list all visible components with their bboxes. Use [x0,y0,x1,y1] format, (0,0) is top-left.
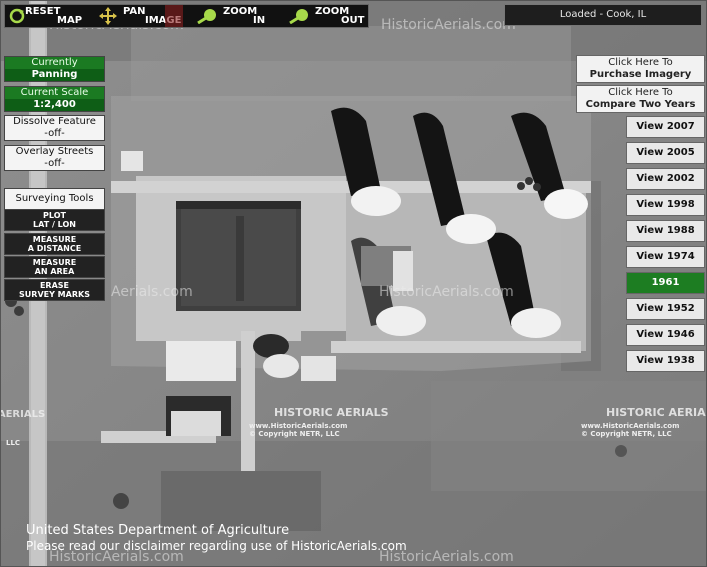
tool-line2: SURVEY MARKS [19,290,90,299]
measure-distance-button[interactable]: MEASURE A DISTANCE [4,233,105,255]
tool-line1: MEASURE [32,235,77,244]
purchase-imagery-button[interactable]: Click Here To Purchase Imagery [576,55,705,83]
year-button-1952[interactable]: View 1952 [626,298,705,320]
current-mode-value: Panning [5,69,104,81]
reset-map-button[interactable]: RESET MAP [7,5,91,27]
erase-survey-marks-button[interactable]: ERASE SURVEY MARKS [4,279,105,301]
watermark-logo: HISTORIC AERIALS [1,409,105,421]
current-mode-box: Currently Panning [4,56,105,82]
pan-image-button[interactable]: PAN IMAGE [97,5,183,27]
pan-active-indicator [165,5,183,27]
agency-credit: United States Department of Agriculture [26,523,290,538]
reset-icon [9,8,25,24]
logo-text: HISTORIC AERIALS [0,409,46,420]
watermark-site: HistoricAerials.com [381,17,516,33]
watermark-site: HistoricAerials.com [379,284,514,300]
logo-copyright: © Copyright NETR, LLC [249,430,340,438]
year-button-2005[interactable]: View 2005 [626,142,705,164]
map-toolbar: RESET MAP PAN IMAGE ZOOM IN ZOOM OUT [4,4,369,28]
pan-arrows-icon [99,7,117,25]
reset-label-top: RESET [25,6,61,17]
logo-url: www.HistoricAerials.com [249,422,348,430]
zoom-in-label-bottom: IN [253,15,266,26]
zoom-out-icon [289,9,308,24]
surveying-tools-heading: Surveying Tools [4,188,105,210]
plot-lat-lon-button[interactable]: PLOT LAT / LON [4,209,105,231]
tool-line1: ERASE [39,281,70,290]
dissolve-feature-toggle[interactable]: Dissolve Feature -off- [4,115,105,141]
year-button-2007[interactable]: View 2007 [626,116,705,138]
zoom-in-button[interactable]: ZOOM IN [193,5,279,27]
measure-area-button[interactable]: MEASURE AN AREA [4,256,105,278]
logo-copyright: © Copyright NETR, LLC [581,430,672,438]
dissolve-feature-value: -off- [44,128,65,139]
current-scale-label: Current Scale [20,87,89,98]
purchase-line2: Purchase Imagery [589,69,692,80]
logo-text: HISTORIC AERIALS [606,406,706,419]
logo-text: HISTORIC AERIALS [274,406,389,419]
logo-url: www.HistoricAerials.com [581,422,680,430]
tool-line2: AN AREA [34,267,75,276]
dissolve-feature-label: Dissolve Feature [13,116,96,127]
loaded-status: Loaded - Cook, IL [504,4,702,26]
map-viewport[interactable]: HistoricAerials.com HistoricAerials.com … [0,0,707,567]
compare-line1: Click Here To [608,87,673,98]
year-button-1946[interactable]: View 1946 [626,324,705,346]
year-button-1938[interactable]: View 1938 [626,350,705,372]
current-mode-label: Currently [31,57,78,68]
tool-line2: LAT / LON [33,220,76,229]
year-button-1998[interactable]: View 1998 [626,194,705,216]
overlay-streets-toggle[interactable]: Overlay Streets -off- [4,145,105,171]
tool-line2: A DISTANCE [27,244,82,253]
watermark-site-partial: Aerials.com [111,284,193,300]
pan-label-top: PAN [123,6,146,17]
tool-line1: MEASURE [32,258,77,267]
year-button-2002[interactable]: View 2002 [626,168,705,190]
tool-line1: PLOT [43,211,66,220]
compare-years-button[interactable]: Click Here To Compare Two Years [576,85,705,113]
overlay-streets-value: -off- [44,158,65,169]
watermark-logo: HISTORIC AERIALS www.HistoricAerials.com… [249,407,389,439]
purchase-line1: Click Here To [608,57,673,68]
year-button-1974[interactable]: View 1974 [626,246,705,268]
reset-label-bottom: MAP [57,15,83,26]
disclaimer-link[interactable]: Please read our disclaimer regarding use… [26,539,407,553]
zoom-in-icon [197,9,216,24]
year-button-1961-selected[interactable]: 1961 [626,272,705,294]
year-button-1988[interactable]: View 1988 [626,220,705,242]
compare-line2: Compare Two Years [585,99,696,110]
overlay-streets-label: Overlay Streets [15,146,94,157]
zoom-out-label-bottom: OUT [341,15,365,26]
watermark-logo: HISTORIC AERIALS www.HistoricAerials.com… [581,407,706,439]
current-scale-box: Current Scale 1:2,400 [4,86,105,112]
current-scale-value: 1:2,400 [5,99,104,111]
zoom-out-button[interactable]: ZOOM OUT [285,5,367,27]
watermark-llc: LLC [6,439,21,447]
